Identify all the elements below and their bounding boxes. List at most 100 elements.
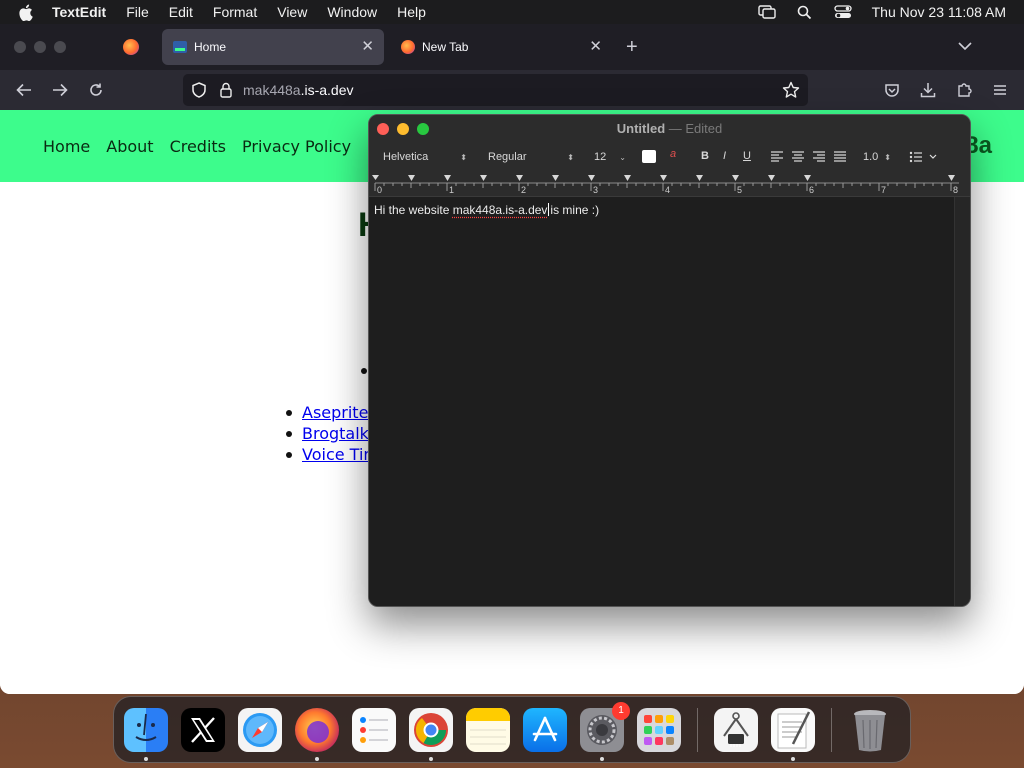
font-size-select[interactable]: 12 ⌄ bbox=[590, 148, 630, 166]
menu-window[interactable]: Window bbox=[327, 4, 377, 20]
notification-badge: 1 bbox=[612, 701, 630, 720]
running-indicator bbox=[144, 756, 148, 761]
menu-bar: TextEdit File Edit Format View Window He… bbox=[0, 0, 1024, 24]
dock-app-store[interactable] bbox=[523, 707, 567, 752]
dock-separator bbox=[831, 707, 832, 752]
align-center-icon[interactable] bbox=[792, 151, 804, 162]
vertical-scrollbar[interactable] bbox=[954, 197, 970, 606]
text-editor-area[interactable]: Hi the website mak448a.is-a.dev is mine :… bbox=[369, 197, 955, 606]
firefox-icon bbox=[400, 39, 416, 55]
italic-button[interactable]: I bbox=[723, 150, 726, 162]
tab-label: Home bbox=[194, 40, 227, 54]
bold-button[interactable]: B bbox=[701, 150, 709, 162]
menu-help[interactable]: Help bbox=[397, 4, 426, 20]
dock-archive-utility[interactable] bbox=[714, 707, 758, 752]
site-nav-credits[interactable]: Credits bbox=[170, 137, 226, 156]
ruler-label: 6 bbox=[809, 185, 815, 195]
ruler-label: 8 bbox=[953, 185, 959, 195]
dock-safari[interactable] bbox=[238, 707, 282, 752]
ruler[interactable]: 0 1 2 3 4 5 6 7 8 bbox=[369, 171, 970, 197]
font-style-select[interactable]: Regular ⬍ bbox=[484, 148, 578, 166]
menu-view[interactable]: View bbox=[277, 4, 307, 20]
forward-arrow-icon[interactable] bbox=[42, 74, 78, 106]
text-color-swatch[interactable] bbox=[642, 150, 656, 163]
dock-system-settings[interactable]: 1 bbox=[580, 701, 630, 761]
lock-icon[interactable] bbox=[219, 82, 233, 98]
textedit-titlebar[interactable]: Untitled — Edited bbox=[369, 115, 970, 143]
dock-trash[interactable] bbox=[848, 708, 892, 752]
ruler-label: 2 bbox=[521, 185, 527, 195]
menu-app-name[interactable]: TextEdit bbox=[52, 4, 106, 20]
ruler-label: 0 bbox=[377, 185, 383, 195]
running-indicator bbox=[315, 756, 319, 761]
reload-icon[interactable] bbox=[78, 74, 114, 106]
align-right-icon[interactable] bbox=[813, 151, 825, 162]
dock-separator bbox=[697, 707, 698, 752]
running-indicator bbox=[791, 756, 795, 761]
document-text[interactable]: Hi the website mak448a.is-a.dev is mine :… bbox=[374, 203, 599, 217]
textedit-icon bbox=[777, 710, 811, 748]
pinned-firefox-tab[interactable] bbox=[110, 29, 152, 65]
ruler-label: 7 bbox=[881, 185, 887, 195]
menu-format[interactable]: Format bbox=[213, 4, 257, 20]
dock: 1 bbox=[113, 696, 911, 763]
tracking-protection-shield-icon[interactable] bbox=[191, 82, 207, 98]
chrome-icon bbox=[414, 712, 448, 747]
textedit-window: Untitled — Edited Helvetica ⬍ Regular ⬍ 12… bbox=[368, 114, 971, 607]
apple-logo-icon[interactable] bbox=[18, 3, 36, 21]
site-nav-about[interactable]: About bbox=[106, 137, 153, 156]
back-arrow-icon[interactable] bbox=[6, 74, 42, 106]
site-nav-home[interactable]: Home bbox=[43, 137, 90, 156]
dock-reminders[interactable] bbox=[352, 707, 396, 752]
control-center-icon[interactable] bbox=[833, 4, 852, 20]
dock-chrome[interactable] bbox=[409, 707, 453, 761]
browser-zoom-button[interactable] bbox=[54, 41, 66, 53]
bookmark-star-icon[interactable] bbox=[782, 81, 800, 99]
tab-new-tab[interactable]: New Tab ✕ bbox=[390, 29, 612, 65]
dock-x[interactable] bbox=[181, 707, 225, 752]
site-nav: Home About Credits Privacy Policy bbox=[43, 137, 351, 156]
site-favicon-icon bbox=[172, 39, 188, 55]
misspelled-word[interactable]: mak448a.is-a.dev bbox=[453, 203, 548, 217]
site-nav-privacy-policy[interactable]: Privacy Policy bbox=[242, 137, 351, 156]
ruler-label: 3 bbox=[593, 185, 599, 195]
menu-edit[interactable]: Edit bbox=[169, 4, 193, 20]
dock-textedit[interactable] bbox=[771, 707, 815, 761]
extensions-puzzle-icon[interactable] bbox=[950, 74, 978, 106]
align-justify-icon[interactable] bbox=[834, 151, 846, 162]
url-text[interactable]: mak448a.is-a.dev bbox=[243, 82, 354, 98]
line-spacing-select[interactable]: 1.0 ⬍ bbox=[859, 148, 895, 166]
list-bullets-icon[interactable] bbox=[909, 150, 939, 164]
downloads-icon[interactable] bbox=[914, 74, 942, 106]
tab-home[interactable]: Home ✕ bbox=[162, 29, 384, 65]
updown-arrows-icon: ⬍ bbox=[567, 152, 574, 162]
screen-mirroring-icon[interactable] bbox=[757, 4, 776, 20]
highlight-color-button[interactable]: a bbox=[670, 148, 676, 160]
dock-notes[interactable] bbox=[466, 707, 510, 752]
menubar-clock[interactable]: Thu Nov 23 11:08 AM bbox=[872, 4, 1006, 20]
tab-strip: Home ✕ New Tab ✕ + bbox=[0, 24, 1024, 70]
spotlight-search-icon[interactable] bbox=[796, 4, 814, 20]
pocket-icon[interactable] bbox=[878, 74, 906, 106]
underline-button[interactable]: U bbox=[743, 150, 751, 162]
app-store-icon bbox=[532, 716, 558, 741]
chevron-down-icon[interactable] bbox=[958, 38, 972, 56]
browser-minimize-button[interactable] bbox=[34, 41, 46, 53]
dock-firefox[interactable] bbox=[295, 707, 339, 761]
new-tab-plus-icon[interactable]: + bbox=[626, 36, 638, 59]
align-left-icon[interactable] bbox=[771, 151, 783, 162]
dock-launchpad[interactable] bbox=[637, 707, 681, 752]
url-bar[interactable]: mak448a.is-a.dev bbox=[183, 74, 808, 106]
window-title: Untitled — Edited bbox=[616, 121, 723, 136]
close-icon[interactable]: ✕ bbox=[589, 39, 602, 55]
safari-compass-icon bbox=[243, 712, 277, 747]
firefox-icon bbox=[307, 720, 329, 743]
ruler-label: 5 bbox=[737, 185, 743, 195]
menu-file[interactable]: File bbox=[126, 4, 149, 20]
font-family-select[interactable]: Helvetica ⬍ bbox=[379, 148, 471, 166]
ruler-label: 4 bbox=[665, 185, 671, 195]
browser-close-button[interactable] bbox=[14, 41, 26, 53]
close-icon[interactable]: ✕ bbox=[361, 39, 374, 55]
hamburger-menu-icon[interactable] bbox=[986, 74, 1014, 106]
dock-finder[interactable] bbox=[124, 707, 168, 761]
